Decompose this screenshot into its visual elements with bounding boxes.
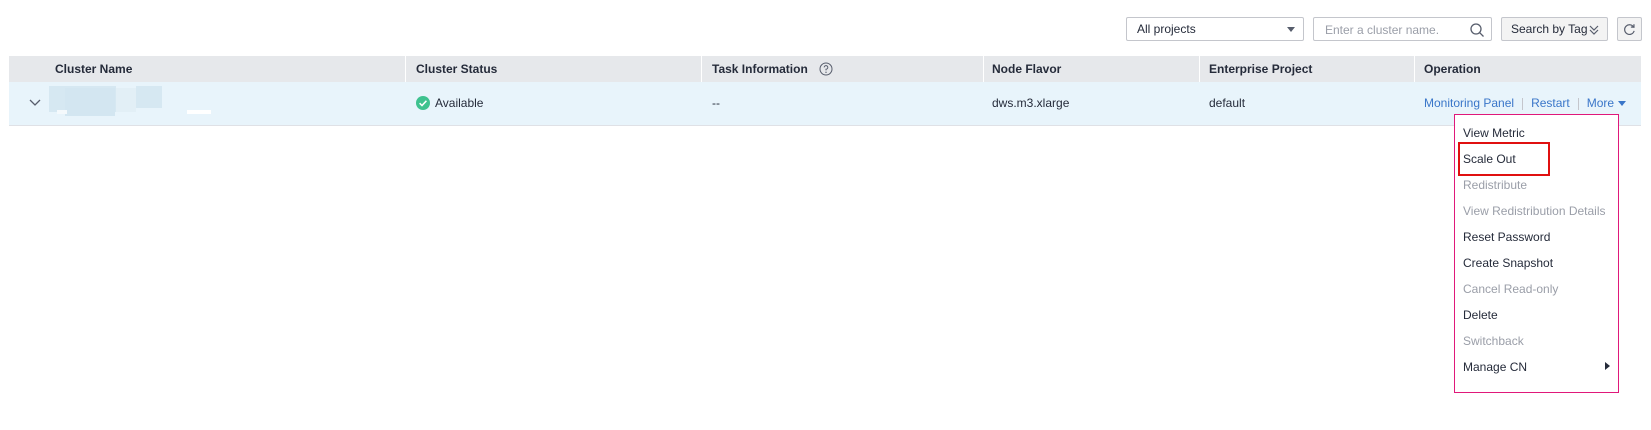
task-information-cell: -- xyxy=(712,96,720,110)
search-icon[interactable] xyxy=(1469,22,1485,38)
search-by-tag-label: Search by Tag xyxy=(1511,22,1588,36)
refresh-icon xyxy=(1624,24,1635,35)
cluster-status-text: Available xyxy=(435,96,484,110)
column-divider xyxy=(405,56,406,82)
project-select-value: All projects xyxy=(1137,22,1196,36)
node-flavor-cell: dws.m3.xlarge xyxy=(992,96,1070,110)
project-select[interactable]: All projects xyxy=(1126,17,1304,41)
menu-item-reset-password[interactable]: Reset Password xyxy=(1463,227,1550,247)
menu-item-view-metric[interactable]: View Metric xyxy=(1463,123,1525,143)
column-divider xyxy=(1414,56,1415,82)
task-information-label: Task Information xyxy=(712,62,808,76)
toolbar: All projects Search by Tag xyxy=(0,17,1651,43)
more-label: More xyxy=(1586,96,1615,110)
cluster-search-box[interactable] xyxy=(1313,17,1492,41)
caret-right-icon xyxy=(1605,362,1610,370)
divider xyxy=(1577,97,1579,110)
double-chevron-down-icon xyxy=(1589,25,1599,35)
check-circle-icon xyxy=(416,95,430,110)
column-divider xyxy=(1199,56,1200,82)
chevron-down-icon[interactable] xyxy=(29,98,41,108)
restart-link[interactable]: Restart xyxy=(1531,96,1570,110)
column-header-operation: Operation xyxy=(1424,62,1481,76)
help-icon[interactable] xyxy=(819,62,833,76)
column-header-node-flavor: Node Flavor xyxy=(992,62,1062,76)
column-header-cluster-name: Cluster Name xyxy=(55,62,133,76)
menu-item-create-snapshot[interactable]: Create Snapshot xyxy=(1463,253,1553,273)
column-header-enterprise-project: Enterprise Project xyxy=(1209,62,1313,76)
caret-down-icon xyxy=(1287,27,1295,32)
cluster-status-cell: Available xyxy=(416,82,483,125)
menu-item-redistribute: Redistribute xyxy=(1463,178,1528,192)
search-by-tag-button[interactable]: Search by Tag xyxy=(1501,17,1608,41)
column-divider xyxy=(983,56,984,82)
column-divider xyxy=(701,56,702,82)
more-dropdown[interactable]: More xyxy=(1586,96,1627,110)
cluster-table: Cluster Name Cluster Status Task Informa… xyxy=(9,56,1641,126)
caret-down-icon xyxy=(1618,101,1627,107)
enterprise-project-cell: default xyxy=(1209,96,1246,110)
divider xyxy=(1522,97,1524,110)
cluster-name-redacted[interactable] xyxy=(49,86,219,118)
menu-item-switchback: Switchback xyxy=(1463,334,1524,348)
menu-item-manage-cn[interactable]: Manage CN xyxy=(1463,357,1527,377)
table-header: Cluster Name Cluster Status Task Informa… xyxy=(9,56,1641,82)
more-dropdown-menu: View Metric Scale Out Redistribute View … xyxy=(1454,114,1619,393)
column-header-cluster-status: Cluster Status xyxy=(416,62,498,76)
table-row: Available -- dws.m3.xlarge default Monit… xyxy=(9,82,1641,126)
monitoring-panel-link[interactable]: Monitoring Panel xyxy=(1424,96,1514,110)
menu-item-scale-out[interactable]: Scale Out xyxy=(1463,149,1516,169)
menu-item-delete[interactable]: Delete xyxy=(1463,305,1498,325)
menu-item-cancel-read-only: Cancel Read-only xyxy=(1463,282,1559,296)
cluster-search-input[interactable] xyxy=(1323,19,1467,41)
menu-item-view-redistribution-details: View Redistribution Details xyxy=(1463,204,1606,218)
column-header-task-information: Task Information xyxy=(712,56,833,82)
refresh-button[interactable] xyxy=(1617,17,1642,41)
